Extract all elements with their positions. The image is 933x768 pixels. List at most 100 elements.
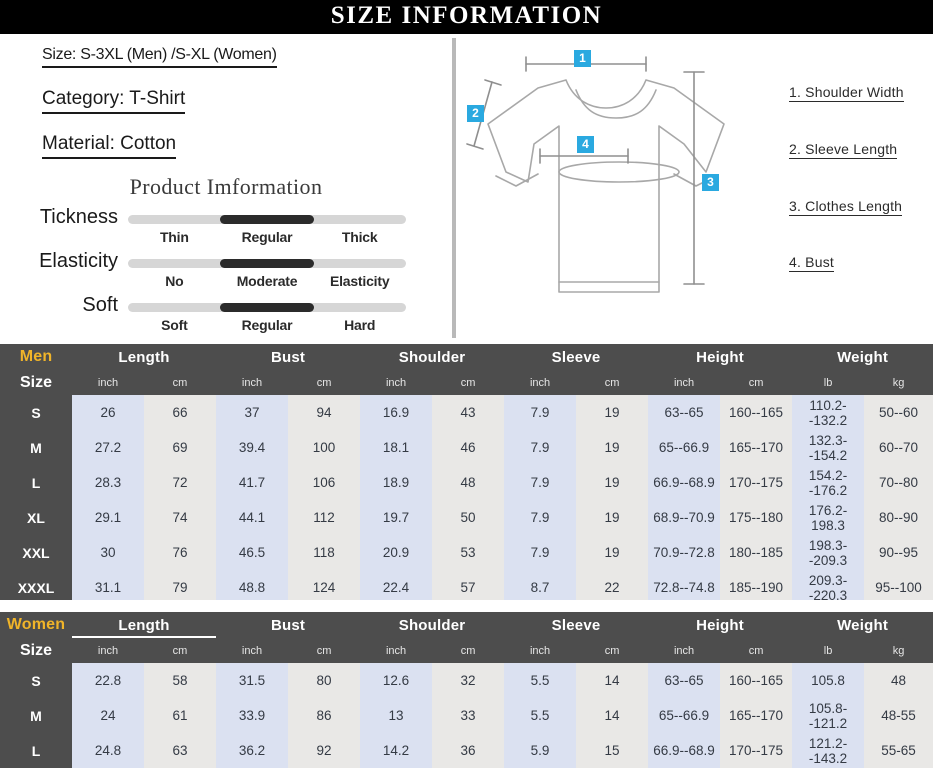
men-group-length: Length xyxy=(72,344,217,370)
men-table-cell: 19 xyxy=(576,465,649,500)
men-table-cell: 68.9--70.9 xyxy=(648,500,721,535)
women-table-cell: 33.9 xyxy=(216,698,289,733)
women-unit-5: cm xyxy=(432,638,505,663)
men-table-row: XL 29.1 74 44.1 112 19.7 50 7.9 19 68.9--70.9 175-… xyxy=(0,500,933,535)
men-table-cell: 118 xyxy=(288,535,361,570)
men-unit-3: cm xyxy=(288,370,361,395)
men-table-cell: 66 xyxy=(144,395,217,430)
women-table-cell: 63--65 xyxy=(648,663,721,698)
women-table-cell: 5.9 xyxy=(504,733,577,768)
men-table-cell: 180--185 xyxy=(720,535,793,570)
slider-tickness-tick-0: Thin xyxy=(159,229,189,245)
slider-soft-ticks: Soft Regular Hard xyxy=(128,317,406,333)
men-table-cell: 48 xyxy=(432,465,505,500)
men-group-bust: Bust xyxy=(216,344,361,370)
men-table-size-cell: XL xyxy=(0,500,72,535)
men-table-row: L 28.3 72 41.7 106 18.9 48 7.9 19 66.9--68.9 170--… xyxy=(0,465,933,500)
men-table-cell: 106 xyxy=(288,465,361,500)
slider-tickness-thumb[interactable] xyxy=(220,215,314,224)
women-table-cell: 170--175 xyxy=(720,733,793,768)
legend-item-bust: 4. Bust xyxy=(789,254,834,272)
men-table-cell: 170--175 xyxy=(720,465,793,500)
men-unit-2: inch xyxy=(216,370,289,395)
info-size-line: Size: S-3XL (Men) /S-XL (Women) xyxy=(42,46,277,68)
men-table-cell: 26 xyxy=(72,395,144,430)
men-table-cell: 154.2--176.2 xyxy=(792,465,865,500)
women-group-length: Length xyxy=(72,612,217,638)
men-table-cell: 27.2 xyxy=(72,430,144,465)
slider-soft-track[interactable] xyxy=(128,303,406,312)
men-table-cell: 7.9 xyxy=(504,395,577,430)
men-table-cell: 165--170 xyxy=(720,430,793,465)
women-group-shoulder: Shoulder xyxy=(360,612,505,638)
measurement-marker-1: 1 xyxy=(574,50,591,67)
men-table-cell: 80--90 xyxy=(864,500,933,535)
slider-tickness-tick-2: Thick xyxy=(341,229,378,245)
women-table-cell: 5.5 xyxy=(504,698,577,733)
women-group-sleeve: Sleeve xyxy=(504,612,649,638)
size-information-page: SIZE INFORMATION Size: S-3XL (Men) /S-XL… xyxy=(0,0,933,768)
men-table-cell: 37 xyxy=(216,395,289,430)
men-table-cell: 66.9--68.9 xyxy=(648,465,721,500)
men-table-size-cell: XXL xyxy=(0,535,72,570)
men-table-cell: 112 xyxy=(288,500,361,535)
slider-tickness-track[interactable] xyxy=(128,215,406,224)
men-unit-0: inch xyxy=(72,370,144,395)
men-unit-1: cm xyxy=(144,370,217,395)
legend-item-shoulder-width: 1. Shoulder Width xyxy=(789,84,904,102)
men-table-cell: 110.2--132.2 xyxy=(792,395,865,430)
men-table-cell: 43 xyxy=(432,395,505,430)
women-table-cell: 13 xyxy=(360,698,433,733)
slider-elasticity-ticks: No Moderate Elasticity xyxy=(128,273,406,289)
men-size-table: Men Length Bust Shoulder Sleeve Height W… xyxy=(0,344,933,605)
women-table-cell: 48 xyxy=(864,663,933,698)
men-table-cell: 19 xyxy=(576,395,649,430)
women-table-cell: 32 xyxy=(432,663,505,698)
men-table-cell: 50 xyxy=(432,500,505,535)
men-table-size-cell: L xyxy=(0,465,72,500)
women-table-cell: 14.2 xyxy=(360,733,433,768)
measurement-marker-4: 4 xyxy=(577,136,594,153)
info-material-line: Material: Cotton xyxy=(42,133,177,159)
men-table-cell: 7.9 xyxy=(504,535,577,570)
men-table-size-cell: M xyxy=(0,430,72,465)
men-table-cell: 175--180 xyxy=(720,500,793,535)
men-table-cell: 20.9 xyxy=(360,535,433,570)
slider-tickness-label: Tickness xyxy=(39,206,118,228)
men-table-cell: 19 xyxy=(576,430,649,465)
women-table-cell: 80 xyxy=(288,663,361,698)
women-unit-0: inch xyxy=(72,638,144,663)
women-table-cell: 63 xyxy=(144,733,217,768)
men-table-row: M 27.2 69 39.4 100 18.1 46 7.9 19 65--66.9 165--17… xyxy=(0,430,933,465)
slider-tickness-tick-1: Regular xyxy=(241,229,293,245)
men-unit-6: inch xyxy=(504,370,577,395)
women-unit-7: cm xyxy=(576,638,649,663)
tshirt-illustration xyxy=(466,56,725,293)
women-table-cell: 31.5 xyxy=(216,663,289,698)
men-table-cell: 72 xyxy=(144,465,217,500)
men-table-cell: 7.9 xyxy=(504,500,577,535)
slider-elasticity-tick-1: Moderate xyxy=(236,273,298,289)
women-table-cell: 48-55 xyxy=(864,698,933,733)
slider-elasticity-tick-0: No xyxy=(165,273,184,289)
women-table-cell: 105.8--121.2 xyxy=(792,698,865,733)
women-table-size-cell: S xyxy=(0,663,72,698)
women-unit-3: cm xyxy=(288,638,361,663)
product-info-panel: Size: S-3XL (Men) /S-XL (Women) Category… xyxy=(0,34,452,341)
men-table-cell: 69 xyxy=(144,430,217,465)
men-table-cell: 60--70 xyxy=(864,430,933,465)
men-table-cell: 76 xyxy=(144,535,217,570)
men-table-cell: 19.7 xyxy=(360,500,433,535)
men-group-weight: Weight xyxy=(792,344,933,370)
men-table-cell: 39.4 xyxy=(216,430,289,465)
men-table-cell: 7.9 xyxy=(504,430,577,465)
slider-elasticity-track[interactable] xyxy=(128,259,406,268)
men-unit-7: cm xyxy=(576,370,649,395)
legend-item-sleeve-length: 2. Sleeve Length xyxy=(789,141,898,159)
slider-soft-thumb[interactable] xyxy=(220,303,314,312)
slider-elasticity-thumb[interactable] xyxy=(220,259,314,268)
tshirt-diagram-panel: 1 2 3 4 1. Shoulder Width 2. Sleeve Leng… xyxy=(456,34,933,341)
women-table-unit-header-row: Size inch cm inch cm inch cm inch cm inc… xyxy=(0,638,933,663)
women-table-body: S 22.8 58 31.5 80 12.6 32 5.5 14 63--65 160--165 10… xyxy=(0,663,933,768)
men-table-cell: 74 xyxy=(144,500,217,535)
